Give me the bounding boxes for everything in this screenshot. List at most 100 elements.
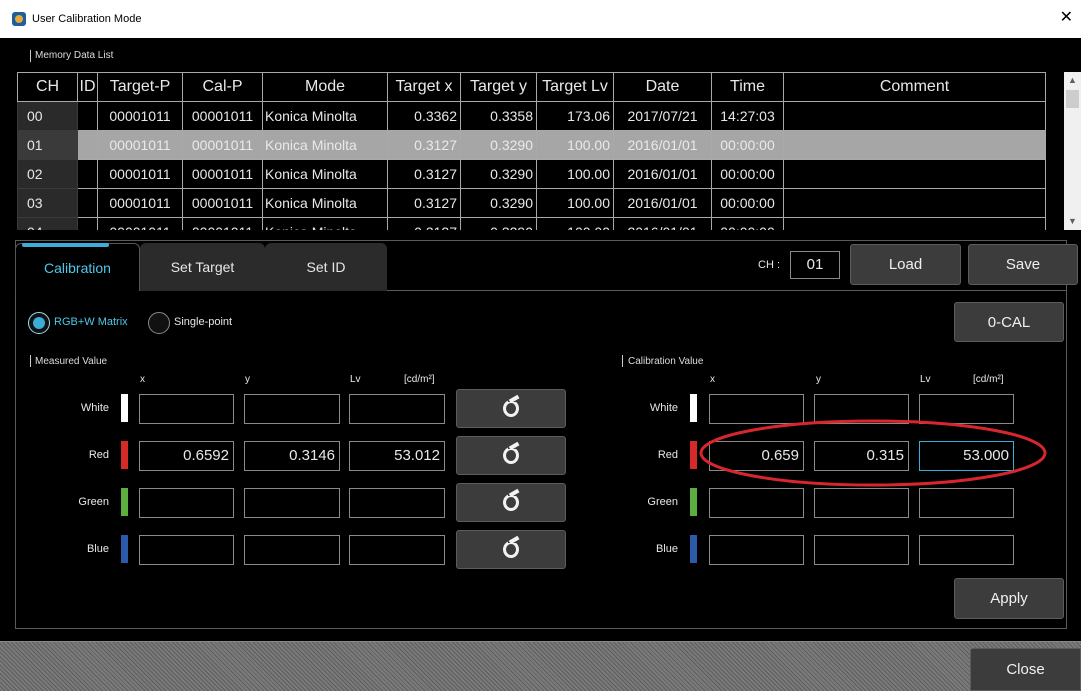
tab-calibration[interactable]: Calibration — [15, 243, 140, 291]
cal-blue-lv-input[interactable] — [919, 535, 1014, 565]
cell-target-x: 0.3127 — [387, 188, 461, 218]
blue-swatch — [121, 535, 128, 563]
cal-blue-label: Blue — [655, 543, 678, 555]
channel-field[interactable]: 01 — [790, 251, 840, 279]
measured-white-label: White — [80, 402, 109, 414]
rgbw-matrix-label[interactable]: RGB+W Matrix — [54, 316, 128, 328]
measured-marker — [30, 355, 31, 367]
apply-button[interactable]: Apply — [954, 578, 1064, 619]
cell-mode: Konica Minolta — [262, 159, 388, 189]
cell-ch: 00 — [17, 101, 78, 131]
cell-target-lv: 100.00 — [536, 217, 614, 230]
close-button[interactable]: Close — [970, 648, 1081, 691]
table-row[interactable]: 00 00001011 00001011 Konica Minolta 0.33… — [17, 101, 1046, 131]
measured-label: Measured Value — [35, 356, 108, 367]
measure-red-button[interactable] — [456, 436, 566, 475]
col-header-id[interactable]: ID — [77, 72, 98, 102]
col-header-target-y[interactable]: Target y — [460, 72, 537, 102]
cal-blue-x-input[interactable] — [709, 535, 804, 565]
close-window-icon[interactable]: ✕ — [1060, 10, 1073, 26]
col-header-cal-p[interactable]: Cal-P — [182, 72, 263, 102]
cell-target-y: 0.3358 — [460, 101, 537, 131]
cell-ch: 02 — [17, 159, 78, 189]
measured-blue-x — [139, 535, 234, 565]
col-header-target-lv[interactable]: Target Lv — [536, 72, 614, 102]
cell-target-lv: 100.00 — [536, 130, 614, 160]
cell-target-y: 0.3290 — [460, 130, 537, 160]
cell-id — [77, 130, 98, 160]
cal-red-x-input[interactable]: 0.659 — [709, 441, 804, 471]
cal-white-label: White — [649, 402, 678, 414]
table-row[interactable]: 04 00001011 00001011 Konica Minolta 0.31… — [17, 217, 1046, 230]
table-row-selected[interactable]: 01 00001011 00001011 Konica Minolta 0.31… — [17, 130, 1046, 160]
footer-bar — [0, 641, 1081, 691]
memory-data-table[interactable]: CH ID Target-P Cal-P Mode Target x Targe… — [17, 72, 1064, 230]
cell-comment — [783, 188, 1046, 218]
measure-green-button[interactable] — [456, 483, 566, 522]
cell-mode: Konica Minolta — [262, 130, 388, 160]
cal-white-y-input[interactable] — [814, 394, 909, 424]
table-scrollbar[interactable]: ▲ ▼ — [1064, 72, 1081, 230]
cell-target-y: 0.3290 — [460, 217, 537, 230]
cell-cal-p: 00001011 — [182, 188, 263, 218]
measured-blue-lv — [349, 535, 445, 565]
save-button[interactable]: Save — [968, 244, 1078, 285]
col-header-ch[interactable]: CH — [17, 72, 78, 102]
memory-table-grid: CH ID Target-P Cal-P Mode Target x Targe… — [17, 72, 1046, 230]
col-header-target-p[interactable]: Target-P — [97, 72, 183, 102]
cal-green-lv-input[interactable] — [919, 488, 1014, 518]
blue-swatch — [690, 535, 697, 563]
measured-red-lv: 53.012 — [349, 441, 445, 471]
table-row[interactable]: 02 00001011 00001011 Konica Minolta 0.31… — [17, 159, 1046, 189]
col-header-mode[interactable]: Mode — [262, 72, 388, 102]
cal-white-lv-input[interactable] — [919, 394, 1014, 424]
cell-date: 2017/07/21 — [613, 101, 712, 131]
measured-red-x: 0.6592 — [139, 441, 234, 471]
measure-blue-button[interactable] — [456, 530, 566, 569]
measured-lv-header: Lv — [350, 374, 361, 385]
rgbw-matrix-radio[interactable] — [28, 312, 50, 334]
scroll-thumb[interactable] — [1066, 90, 1079, 108]
col-header-target-x[interactable]: Target x — [387, 72, 461, 102]
cell-target-p: 00001011 — [97, 101, 183, 131]
channel-label: CH : — [758, 259, 780, 271]
col-header-comment[interactable]: Comment — [783, 72, 1046, 102]
window-title: User Calibration Mode — [32, 13, 142, 25]
load-button[interactable]: Load — [850, 244, 961, 285]
table-row[interactable]: 03 00001011 00001011 Konica Minolta 0.31… — [17, 188, 1046, 218]
cal-blue-y-input[interactable] — [814, 535, 909, 565]
scroll-up-icon[interactable]: ▲ — [1064, 72, 1081, 89]
cell-comment — [783, 159, 1046, 189]
cal-unit-header: [cd/m²] — [973, 374, 1004, 385]
measure-icon — [503, 444, 519, 464]
measured-green-x — [139, 488, 234, 518]
tab-set-target[interactable]: Set Target — [140, 243, 265, 291]
single-point-radio[interactable] — [148, 312, 170, 334]
cell-time: 00:00:00 — [711, 130, 784, 160]
cell-date: 2016/01/01 — [613, 188, 712, 218]
cal-green-x-input[interactable] — [709, 488, 804, 518]
tab-set-id[interactable]: Set ID — [265, 243, 387, 291]
cell-target-x: 0.3127 — [387, 217, 461, 230]
col-header-time[interactable]: Time — [711, 72, 784, 102]
calibration-marker — [622, 355, 623, 367]
calibration-label: Calibration Value — [628, 356, 704, 367]
cal-green-y-input[interactable] — [814, 488, 909, 518]
measure-white-button[interactable] — [456, 389, 566, 428]
cell-cal-p: 00001011 — [182, 101, 263, 131]
zero-cal-button[interactable]: 0-CAL — [954, 302, 1064, 342]
memory-list-label: Memory Data List — [35, 50, 114, 61]
cell-date: 2016/01/01 — [613, 217, 712, 230]
cell-cal-p: 00001011 — [182, 159, 263, 189]
cell-id — [77, 101, 98, 131]
measured-white-y — [244, 394, 340, 424]
col-header-date[interactable]: Date — [613, 72, 712, 102]
memory-list-marker — [30, 50, 31, 62]
cell-target-x: 0.3127 — [387, 130, 461, 160]
cal-white-x-input[interactable] — [709, 394, 804, 424]
cal-red-lv-input[interactable]: 53.000 — [919, 441, 1014, 471]
cal-red-y-input[interactable]: 0.315 — [814, 441, 909, 471]
scroll-down-icon[interactable]: ▼ — [1064, 213, 1081, 230]
single-point-label[interactable]: Single-point — [174, 316, 232, 328]
cell-id — [77, 159, 98, 189]
